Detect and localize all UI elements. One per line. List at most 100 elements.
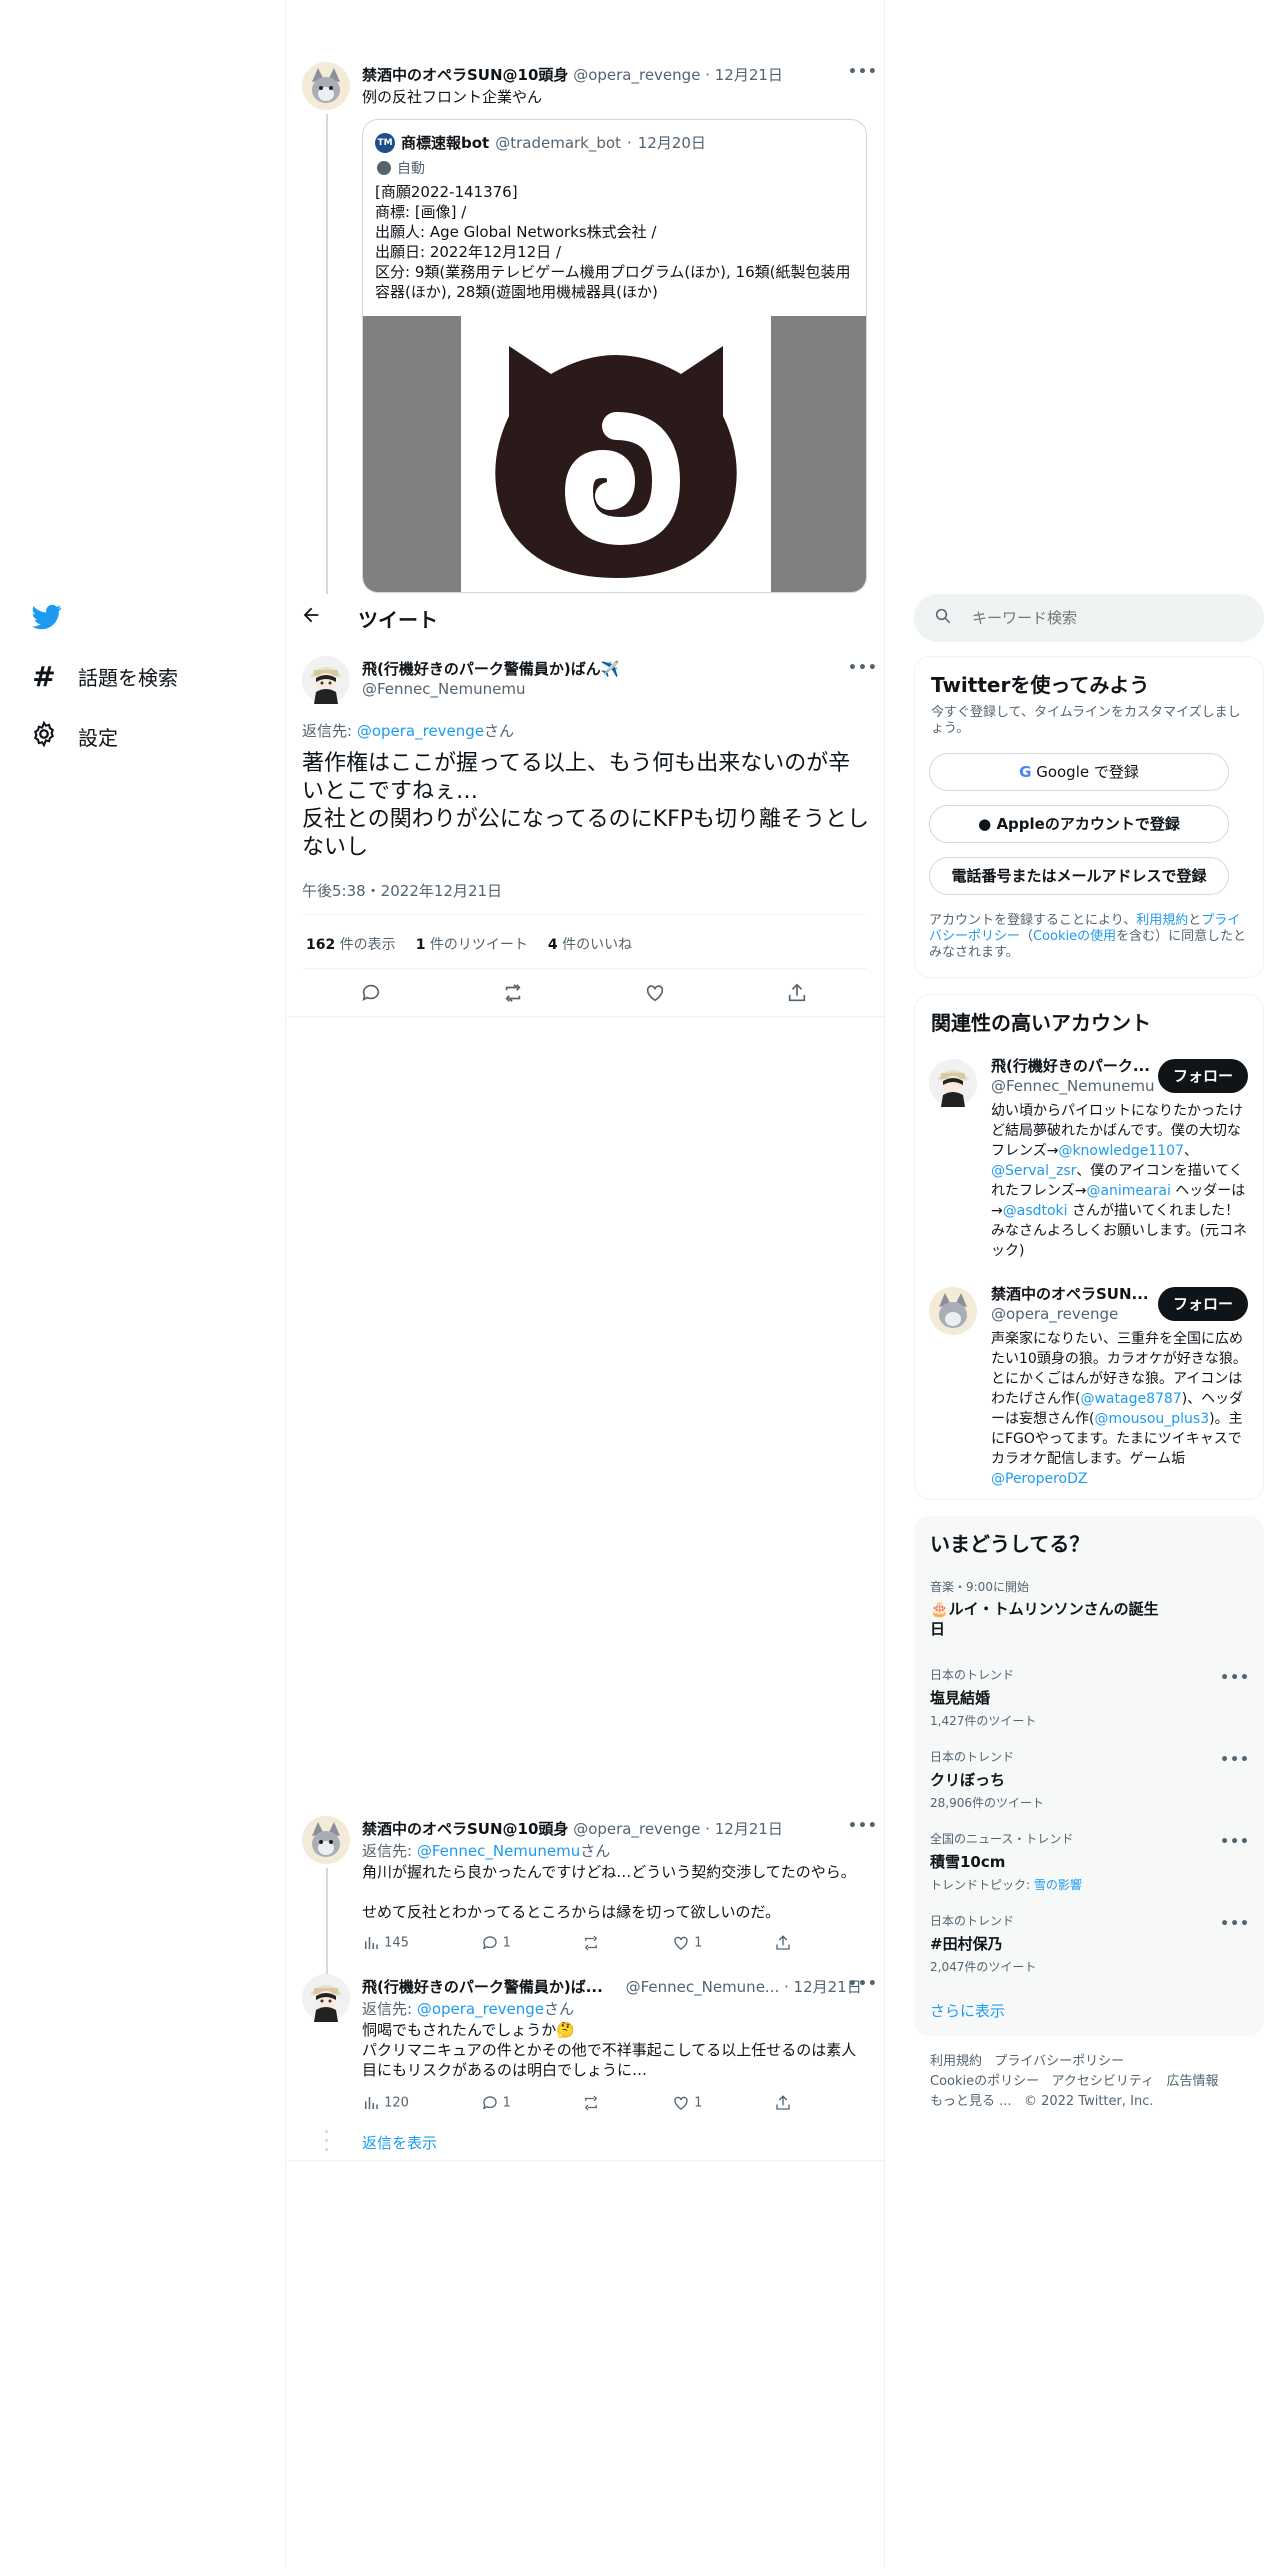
avatar[interactable] [929, 1287, 977, 1335]
related-title: 関連性の高いアカウント [931, 1011, 1151, 1035]
author-name[interactable]: 禁酒中のオペラSUN@10頭身 [362, 66, 568, 84]
search-input[interactable] [972, 609, 1212, 627]
show-replies-link[interactable]: 返信を表示 [362, 2132, 437, 2153]
bio-link[interactable]: @PeroperoDZ [991, 1471, 1087, 1487]
share-action[interactable] [774, 1934, 792, 1952]
trend-name: 積雪10cm [930, 1853, 1006, 1871]
more-icon[interactable]: ••• [848, 1976, 878, 1992]
trend-context: 音楽・9:00に開始 [930, 1580, 1029, 1594]
heart-icon[interactable] [644, 982, 666, 1008]
views-action[interactable]: 145 [362, 1934, 409, 1952]
reply-icon[interactable] [360, 982, 382, 1008]
phone-email-signup-label: 電話番号またはメールアドレスで登録 [951, 867, 1207, 885]
terms-link[interactable]: 利用規約 [1136, 913, 1188, 928]
account-handle[interactable]: @opera_revenge [991, 1305, 1118, 1323]
more-icon[interactable]: ••• [848, 64, 878, 80]
retweet-icon[interactable] [502, 982, 524, 1008]
avatar[interactable] [302, 1816, 350, 1864]
phone-email-signup-button[interactable]: 電話番号またはメールアドレスで登録 [929, 857, 1229, 895]
more-icon[interactable]: ••• [1220, 1752, 1250, 1768]
quote-card[interactable]: TM 商標速報bot @trademark_bot · 12月20日 自動 [商願2… [362, 119, 867, 593]
footer-more-link[interactable]: もっと見る ... [930, 2094, 1012, 2109]
bio-link[interactable]: @asdtoki [1003, 1203, 1068, 1219]
cookie-link[interactable]: Cookieの使用 [1033, 929, 1116, 944]
more-icon[interactable]: ••• [848, 1818, 878, 1834]
reply-context: 返信先: @opera_revengeさん [362, 1998, 574, 2019]
like-action[interactable]: 1 [672, 2094, 702, 2112]
avatar[interactable] [302, 1974, 350, 2022]
trend-item[interactable]: 日本のトレンド クリぼっち 28,906件のツイート ••• [930, 1748, 1250, 1811]
avatar[interactable] [929, 1059, 977, 1107]
bot-icon [377, 161, 391, 175]
search-box[interactable] [914, 594, 1264, 642]
trend-item[interactable]: 日本のトレンド 塩見結婚 1,427件のツイート ••• [930, 1666, 1250, 1729]
account-name[interactable]: 飛(行機好きのパーク... [991, 1055, 1150, 1076]
footer-ads-link[interactable]: 広告情報 [1167, 2074, 1219, 2089]
nav-settings[interactable]: 設定 [30, 720, 118, 752]
author-handle[interactable]: @opera_revenge [573, 1820, 700, 1838]
bio-link[interactable]: @knowledge1107 [1058, 1143, 1184, 1159]
bio-link[interactable]: @animearai [1086, 1183, 1170, 1199]
follow-button[interactable]: フォロー [1158, 1287, 1248, 1321]
share-action[interactable] [774, 2094, 792, 2112]
reply-action[interactable]: 1 [481, 1934, 511, 1952]
trademark-image[interactable] [363, 316, 866, 592]
quote-text: [商願2022-141376] 商標: [画像] / 出願人: Age Glob… [375, 182, 855, 302]
apple-signup-button[interactable]: ● Appleのアカウントで登録 [929, 805, 1229, 843]
avatar[interactable] [302, 62, 350, 110]
thread-line [326, 1868, 328, 1980]
footer-cookie-link[interactable]: Cookieのポリシー [930, 2074, 1039, 2089]
account-handle[interactable]: @Fennec_Nemunemu [991, 1077, 1154, 1095]
author-name[interactable]: 飛(行機好きのパーク警備員か)ば... [362, 1978, 603, 1996]
trend-item[interactable]: 日本のトレンド #田村保乃 2,047件のツイート ••• [930, 1912, 1250, 1975]
more-icon[interactable]: ••• [1220, 1670, 1250, 1686]
trend-topic-link[interactable]: 雪の影響 [1034, 1878, 1082, 1892]
legal-text: アカウントを登録することにより、 [929, 913, 1137, 928]
author-name[interactable]: 禁酒中のオペラSUN@10頭身 [362, 1820, 568, 1838]
trend-item[interactable]: 音楽・9:00に開始 🎂ルイ・トムリンソンさんの誕生日 [930, 1578, 1230, 1639]
google-signup-button[interactable]: G Google で登録 [929, 753, 1229, 791]
retweet-action[interactable] [582, 2094, 600, 2112]
tweet-date[interactable]: 12月21日 [715, 66, 783, 84]
reply-to-link[interactable]: @opera_revenge [417, 2000, 544, 2018]
bio-link[interactable]: @Serval_zsr [991, 1163, 1076, 1179]
author-name[interactable]: 飛(行機好きのパーク警備員か)ばん✈️ [362, 658, 619, 679]
more-icon[interactable]: ••• [1220, 1834, 1250, 1850]
tweet-date[interactable]: 12月21日 [715, 1820, 783, 1838]
retweet-action[interactable] [582, 1934, 600, 1952]
views-stat[interactable]: 162 件の表示 [306, 934, 396, 954]
bio-link[interactable]: @watage8787 [1080, 1391, 1181, 1407]
reply-to-link[interactable]: @opera_revenge [357, 722, 484, 740]
views-action[interactable]: 120 [362, 2094, 409, 2112]
nav-explore[interactable]: # 話題を検索 [30, 660, 178, 693]
bio-link[interactable]: @mousou_plus3 [1094, 1411, 1209, 1427]
share-icon[interactable] [786, 982, 808, 1008]
retweets-stat[interactable]: 1 件のリツイート [416, 934, 528, 954]
show-more-link[interactable]: さらに表示 [930, 2000, 1005, 2021]
trend-item[interactable]: 全国のニュース・トレンド 積雪10cm トレンドトピック: 雪の影響 ••• [930, 1830, 1250, 1893]
author-handle[interactable]: @Fennec_Nemune... [626, 1978, 780, 1996]
nav-settings-label: 設定 [78, 725, 118, 750]
back-arrow-icon[interactable] [300, 604, 322, 631]
reply-action[interactable]: 1 [481, 2094, 511, 2112]
footer-terms-link[interactable]: 利用規約 [930, 2054, 982, 2069]
likes-stat[interactable]: 4 件のいいね [548, 934, 632, 954]
author-handle[interactable]: @opera_revenge [573, 66, 700, 84]
reply-to-link[interactable]: @Fennec_Nemunemu [417, 1842, 580, 1860]
tweet-timestamp[interactable]: 午後5:38・2022年12月21日 [302, 880, 502, 901]
account-name[interactable]: 禁酒中のオペラSUN... [991, 1283, 1149, 1304]
trends-title: いまどうしてる？ [930, 1532, 1090, 1556]
footer-privacy-link[interactable]: プライバシーポリシー [994, 2054, 1124, 2069]
twitter-logo-icon[interactable] [30, 602, 64, 636]
trend-context: 日本のトレンド [930, 1668, 1015, 1682]
author-handle[interactable]: @Fennec_Nemunemu [362, 680, 525, 698]
more-icon[interactable]: ••• [848, 660, 878, 676]
footer-accessibility-link[interactable]: アクセシビリティ [1052, 2074, 1155, 2089]
avatar[interactable] [302, 656, 350, 704]
follow-button[interactable]: フォロー [1158, 1059, 1248, 1093]
quote-line: [商願2022-141376] [375, 183, 518, 201]
nav-explore-label: 話題を検索 [78, 666, 178, 690]
like-action[interactable]: 1 [672, 1934, 702, 1952]
apple-signup-label: Appleのアカウントで登録 [996, 815, 1180, 833]
more-icon[interactable]: ••• [1220, 1916, 1250, 1932]
